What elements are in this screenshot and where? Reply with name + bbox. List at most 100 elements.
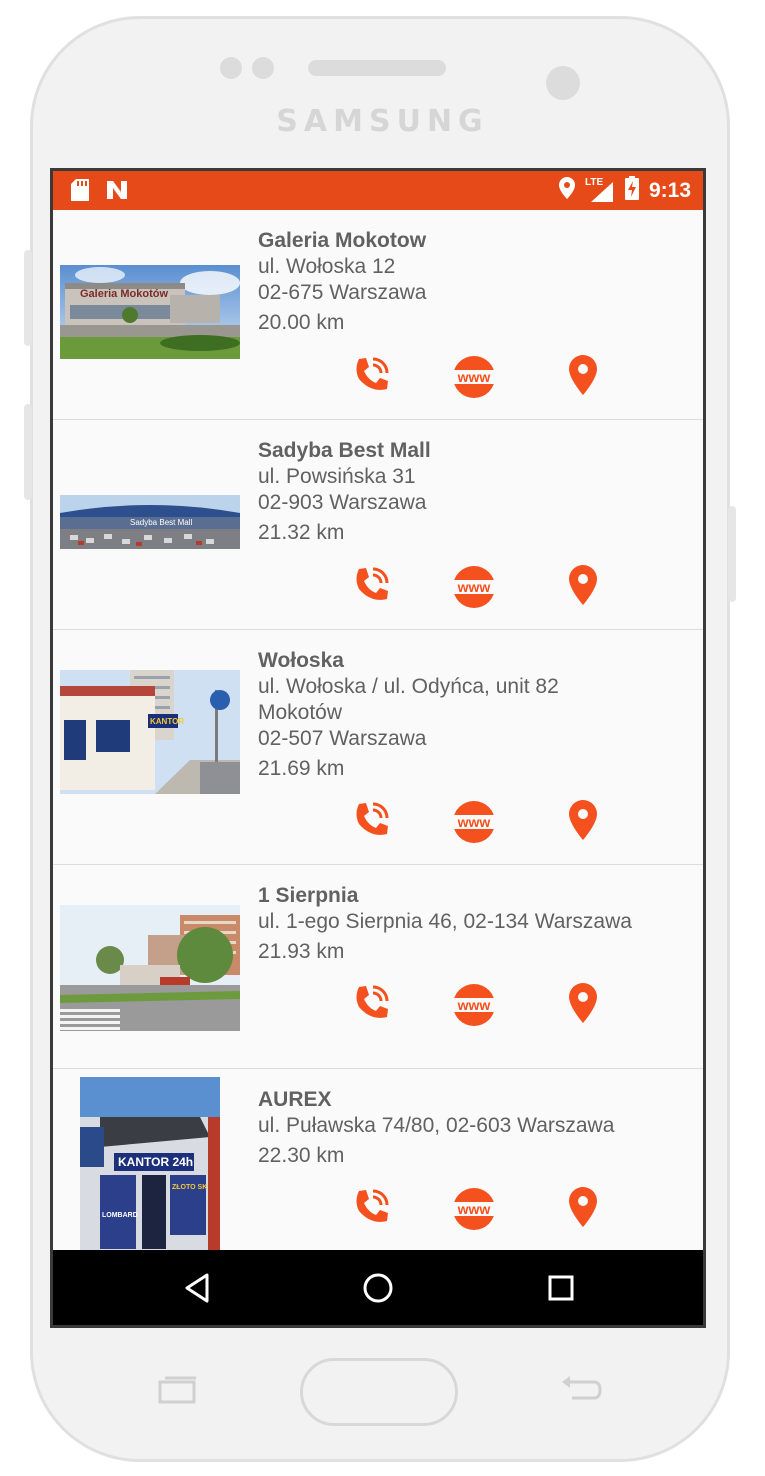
- action-bar: www: [348, 1186, 608, 1232]
- location-photo: Sadyba Best Mall: [60, 495, 240, 549]
- distance: 21.69 km: [258, 757, 345, 780]
- status-time: 9:13: [648, 178, 691, 202]
- hardware-home-button[interactable]: [300, 1358, 458, 1426]
- phone-icon: [351, 565, 391, 610]
- nav-home-button[interactable]: [358, 1270, 398, 1310]
- front-camera: [220, 57, 242, 79]
- distance: 21.32 km: [258, 521, 345, 544]
- location-photo: KANTOR 24h ZŁOTO SKUP LOMBARD: [80, 1077, 220, 1257]
- sd-card-icon: [71, 179, 89, 206]
- map-pin-icon: [568, 982, 598, 1028]
- power-key: [728, 506, 736, 602]
- www-globe-icon: www: [452, 1187, 496, 1231]
- location-photo: Galeria Mokotów: [60, 265, 240, 359]
- www-label: www: [457, 369, 491, 385]
- distance: 22.30 km: [258, 1144, 345, 1167]
- hardware-recents-icon[interactable]: [156, 1374, 200, 1406]
- website-button[interactable]: www: [451, 1187, 497, 1231]
- map-pin-icon: [568, 354, 598, 400]
- action-bar: www: [348, 982, 608, 1028]
- call-button[interactable]: [348, 800, 394, 844]
- map-button[interactable]: [560, 1186, 606, 1232]
- back-icon: [183, 1272, 211, 1309]
- address-line: ul. Powsińska 31: [258, 465, 416, 488]
- location-name: 1 Sierpnia: [258, 884, 359, 907]
- signal-icon: LTE: [585, 177, 615, 204]
- home-icon: [362, 1272, 394, 1309]
- distance: 21.93 km: [258, 940, 345, 963]
- action-bar: www: [348, 799, 608, 845]
- app-screen: LTE 9:13 Galeria Mokotów Galeria Mokotow…: [50, 168, 706, 1328]
- nav-recents-button[interactable]: [541, 1270, 581, 1310]
- volume-up-key: [24, 250, 32, 346]
- location-icon: [558, 177, 575, 204]
- website-button[interactable]: www: [451, 355, 497, 399]
- map-pin-icon: [568, 564, 598, 610]
- distance: 20.00 km: [258, 311, 345, 334]
- www-label: www: [457, 579, 491, 595]
- call-button[interactable]: [348, 355, 394, 399]
- location-photo: KANTOR: [60, 670, 240, 794]
- website-button[interactable]: www: [451, 983, 497, 1027]
- www-globe-icon: www: [452, 565, 496, 609]
- map-pin-icon: [568, 799, 598, 845]
- address-line: ul. 1-ego Sierpnia 46, 02-134 Warszawa: [258, 910, 632, 933]
- call-button[interactable]: [348, 565, 394, 609]
- list-item[interactable]: Sadyba Best Mall Sadyba Best Mall ul. Po…: [53, 420, 703, 630]
- phone-icon: [351, 355, 391, 400]
- phone-icon: [351, 1187, 391, 1232]
- website-button[interactable]: www: [451, 800, 497, 844]
- phone-icon: [351, 983, 391, 1028]
- list-item[interactable]: 1 Sierpnia ul. 1-ego Sierpnia 46, 02-134…: [53, 865, 703, 1069]
- call-button[interactable]: [348, 1187, 394, 1231]
- address-line: 02-903 Warszawa: [258, 491, 427, 514]
- address-line: ul. Wołoska / ul. Odyńca, unit 82: [258, 675, 559, 698]
- action-bar: www: [348, 354, 608, 400]
- www-globe-icon: www: [452, 983, 496, 1027]
- photo-sign-text: Sadyba Best Mall: [130, 518, 192, 527]
- action-bar: www: [348, 564, 608, 610]
- location-name: AUREX: [258, 1088, 332, 1111]
- photo-sign-text: KANTOR: [150, 717, 184, 726]
- phone-icon: [351, 800, 391, 845]
- address-line: ul. Puławska 74/80, 02-603 Warszawa: [258, 1114, 615, 1137]
- photo-sign-text: LOMBARD: [102, 1212, 138, 1219]
- call-button[interactable]: [348, 983, 394, 1027]
- website-button[interactable]: www: [451, 565, 497, 609]
- location-name: Wołoska: [258, 649, 344, 672]
- photo-sign-text: KANTOR 24h: [118, 1155, 193, 1169]
- address-line: 02-675 Warszawa: [258, 281, 427, 304]
- location-photo: [60, 905, 240, 1031]
- light-sensor: [546, 66, 580, 100]
- map-button[interactable]: [560, 564, 606, 610]
- photo-sign-text: Galeria Mokotów: [80, 288, 168, 300]
- recents-icon: [547, 1274, 575, 1307]
- volume-down-key: [24, 404, 32, 500]
- location-name: Galeria Mokotow: [258, 229, 427, 252]
- www-globe-icon: www: [452, 355, 496, 399]
- n-notification-icon: [105, 179, 131, 206]
- battery-charging-icon: [624, 176, 639, 205]
- www-label: www: [457, 997, 491, 1013]
- www-globe-icon: www: [452, 800, 496, 844]
- map-pin-icon: [568, 1186, 598, 1232]
- address-line: ul. Wołoska 12: [258, 255, 396, 278]
- list-item[interactable]: Galeria Mokotów Galeria Mokotow ul. Woło…: [53, 210, 703, 420]
- address-line: Mokotów: [258, 701, 343, 724]
- location-name: Sadyba Best Mall: [258, 439, 431, 462]
- address-line: 02-507 Warszawa: [258, 727, 427, 750]
- hardware-back-icon[interactable]: [558, 1374, 604, 1406]
- device-brand: SAMSUNG: [276, 104, 489, 139]
- map-button[interactable]: [560, 799, 606, 845]
- location-list: Galeria Mokotów Galeria Mokotow ul. Woło…: [53, 210, 703, 1269]
- status-bar: LTE 9:13: [53, 171, 703, 210]
- navigation-bar: [53, 1250, 703, 1325]
- list-item[interactable]: KANTOR Wołoska ul. Wołoska / ul. Odyńca,…: [53, 630, 703, 865]
- nav-back-button[interactable]: [177, 1270, 217, 1310]
- map-button[interactable]: [560, 982, 606, 1028]
- www-label: www: [457, 1201, 491, 1217]
- map-button[interactable]: [560, 354, 606, 400]
- earpiece-speaker: [308, 60, 446, 76]
- list-item[interactable]: KANTOR 24h ZŁOTO SKUP LOMBARD AUREX ul. …: [53, 1069, 703, 1269]
- proximity-sensor: [252, 57, 274, 79]
